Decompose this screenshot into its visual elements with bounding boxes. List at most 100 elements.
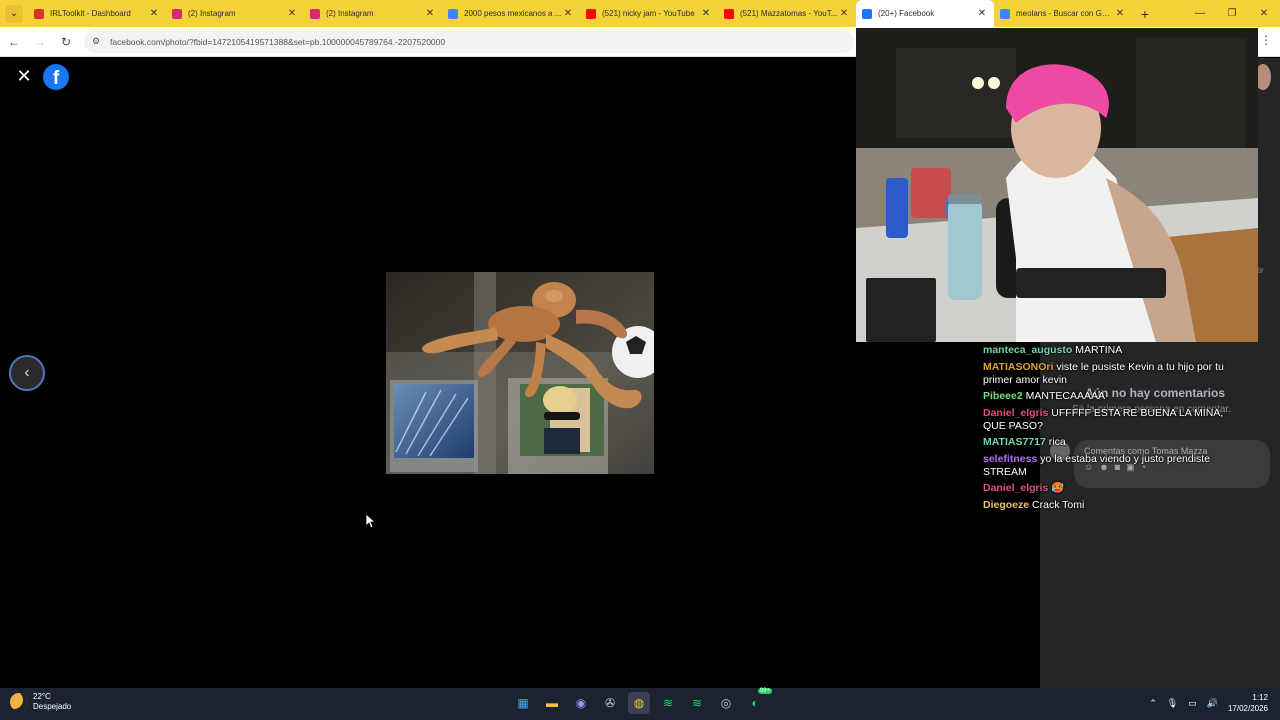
- tab-close-icon[interactable]: ✕: [562, 8, 574, 19]
- microphone-icon[interactable]: 🎙: [1167, 698, 1178, 709]
- chat-username: Diegoeze: [983, 498, 1030, 511]
- tab-favicon-icon: [34, 8, 44, 19]
- chat-text: rica: [1048, 436, 1066, 448]
- chat-message: MATIASONOri viste le pusiste Kevin a tu …: [983, 361, 1243, 387]
- network-icon[interactable]: ▭: [1188, 698, 1197, 709]
- tab-title: IRLToolkit - Dashboard: [50, 9, 131, 18]
- chat-text: MANTECAAAAA: [1025, 390, 1105, 402]
- tab-close-icon[interactable]: ✕: [424, 8, 436, 19]
- whatsapp-icon[interactable]: ◐ 99+: [744, 688, 772, 714]
- clock-date: 17/02/2026: [1227, 704, 1268, 713]
- share-label-fragment: tir: [1257, 266, 1264, 275]
- chevron-left-icon: ‹: [24, 364, 30, 381]
- tab-title: (521) nicky jam - YouTube: [602, 9, 695, 18]
- notification-badge: 99+: [757, 688, 772, 694]
- maximize-icon[interactable]: ❐: [1216, 0, 1248, 27]
- chat-text: Crack Tomi: [1032, 498, 1085, 511]
- moon-icon: [10, 693, 28, 711]
- browser-tab[interactable]: (521) Mazzatomas - YouT... ✕: [718, 0, 856, 27]
- close-icon[interactable]: ✕: [14, 66, 34, 86]
- tab-favicon-icon: [172, 8, 182, 19]
- browser-tab[interactable]: IRLToolkit - Dashboard ✕: [28, 0, 166, 27]
- tab-title: 2000 pesos mexicanos a ...: [464, 9, 562, 18]
- tab-close-icon[interactable]: ✕: [286, 8, 298, 19]
- clock-time: 1:12: [1252, 693, 1268, 702]
- tab-close-icon[interactable]: ✕: [700, 8, 712, 19]
- obs-icon[interactable]: ◎: [715, 692, 737, 714]
- facebook-logo[interactable]: f: [43, 64, 69, 90]
- weather-widget[interactable]: 22°C Despejado: [10, 692, 71, 712]
- chat-message: Diegoeze Crack Tomi: [983, 499, 1243, 512]
- chat-username: MATIASONOri: [983, 360, 1054, 373]
- tab-favicon-icon: [1000, 8, 1010, 19]
- tab-close-icon[interactable]: ✕: [838, 8, 850, 19]
- tab-title: (20+) Facebook: [878, 9, 935, 18]
- tab-close-icon[interactable]: ✕: [976, 8, 988, 19]
- chat-username: manteca_augusto: [983, 344, 1073, 356]
- steam-icon[interactable]: ✇: [599, 692, 621, 714]
- photo-image: [386, 272, 654, 474]
- browser-tab[interactable]: (521) nicky jam - YouTube ✕: [580, 0, 718, 27]
- stream-chat: manteca_augusto MARTINA MATIASONOri viste…: [983, 344, 1243, 515]
- windows-start-icon[interactable]: ▦: [512, 692, 534, 714]
- clock[interactable]: 1:12 17/02/2026: [1228, 692, 1268, 714]
- browser-menu-icon[interactable]: ⋮: [1260, 33, 1272, 47]
- tab-strip: ⌄ IRLToolkit - Dashboard ✕ (2) Instagram ✕(…: [0, 0, 1280, 27]
- tab-favicon-icon: [310, 8, 320, 19]
- address-bar[interactable]: ⚙ facebook.com/photo/?fbid=1472105419571…: [84, 30, 854, 53]
- tab-favicon-icon: [724, 8, 734, 19]
- taskbar: 22°C Despejado ▦ ▬ ◉ ✇ ◍ ≋ ≋ ◎ ◐ 99+ ⌃ 🎙 …: [0, 688, 1280, 720]
- chevron-down-icon: ⌄: [5, 4, 23, 23]
- discord-icon[interactable]: ◉: [570, 692, 592, 714]
- chat-username: selefitness: [983, 452, 1038, 465]
- chat-message: selefitness yo la estaba viendo y justo …: [983, 453, 1243, 479]
- chat-username: MATIAS7717: [983, 436, 1046, 448]
- previous-photo-button[interactable]: ‹: [9, 355, 45, 391]
- chat-message: Daniel_elgris 🥵: [983, 482, 1243, 495]
- browser-tab[interactable]: (2) Instagram ✕: [166, 0, 304, 27]
- file-explorer-icon[interactable]: ▬: [541, 692, 563, 714]
- browser-tab[interactable]: (2) Instagram ✕: [304, 0, 442, 27]
- minimize-icon[interactable]: —: [1184, 0, 1216, 27]
- volume-icon[interactable]: 🔊: [1207, 698, 1218, 709]
- chat-message: manteca_augusto MARTINA: [983, 344, 1243, 357]
- weather-status: Despejado: [33, 702, 72, 711]
- chrome-icon[interactable]: ◍: [628, 692, 650, 714]
- window-controls: — ❐ ✕: [1184, 0, 1280, 27]
- chevron-up-icon[interactable]: ⌃: [1149, 698, 1157, 709]
- browser-tab[interactable]: (20+) Facebook ✕: [856, 0, 994, 27]
- tab-favicon-icon: [586, 8, 596, 19]
- tab-title: (521) Mazzatomas - YouT...: [740, 9, 838, 18]
- chat-username: Pibeee2: [983, 390, 1023, 402]
- webcam-image: [856, 28, 1258, 342]
- browser-tab[interactable]: 2000 pesos mexicanos a ... ✕: [442, 0, 580, 27]
- tab-title: (2) Instagram: [326, 9, 374, 18]
- close-window-icon[interactable]: ✕: [1248, 0, 1280, 27]
- tab-title: meolans - Buscar con Goo...: [1016, 9, 1114, 18]
- browser-tab[interactable]: meolans - Buscar con Goo... ✕: [994, 0, 1132, 27]
- chat-message: Pibeee2 MANTECAAAAA: [983, 390, 1243, 403]
- forward-button[interactable]: →: [28, 30, 52, 54]
- chat-username: Daniel_elgris: [983, 482, 1049, 494]
- tab-close-icon[interactable]: ✕: [148, 8, 160, 19]
- tab-title: (2) Instagram: [188, 9, 236, 18]
- tab-favicon-icon: [448, 8, 458, 19]
- site-info-icon[interactable]: ⚙: [92, 36, 104, 48]
- tab-close-icon[interactable]: ✕: [1114, 8, 1126, 19]
- spotify-icon[interactable]: ≋: [657, 692, 679, 714]
- chat-username: Daniel_elgris: [983, 406, 1049, 419]
- new-tab-button[interactable]: +: [1132, 0, 1158, 27]
- photo[interactable]: [386, 272, 654, 474]
- chat-text: MARTINA: [1075, 344, 1123, 356]
- back-button[interactable]: ←: [2, 30, 26, 54]
- tab-search-button[interactable]: ⌄: [0, 0, 28, 27]
- chat-text: 🥵: [1051, 482, 1065, 494]
- url-text: facebook.com/photo/?fbid=147210541957138…: [110, 36, 446, 47]
- chat-message: MATIAS7717 rica: [983, 436, 1243, 449]
- taskbar-apps: ▦ ▬ ◉ ✇ ◍ ≋ ≋ ◎ ◐ 99+: [512, 688, 772, 714]
- spotify-alt-icon[interactable]: ≋: [686, 692, 708, 714]
- system-tray: ⌃ 🎙 ▭ 🔊 1:12 17/02/2026: [1149, 692, 1268, 714]
- chat-message: Daniel_elgris UFFFFF ESTA RE BUENA LA MI…: [983, 407, 1243, 433]
- mouse-cursor-icon: [366, 514, 376, 528]
- reload-button[interactable]: ↻: [54, 30, 78, 54]
